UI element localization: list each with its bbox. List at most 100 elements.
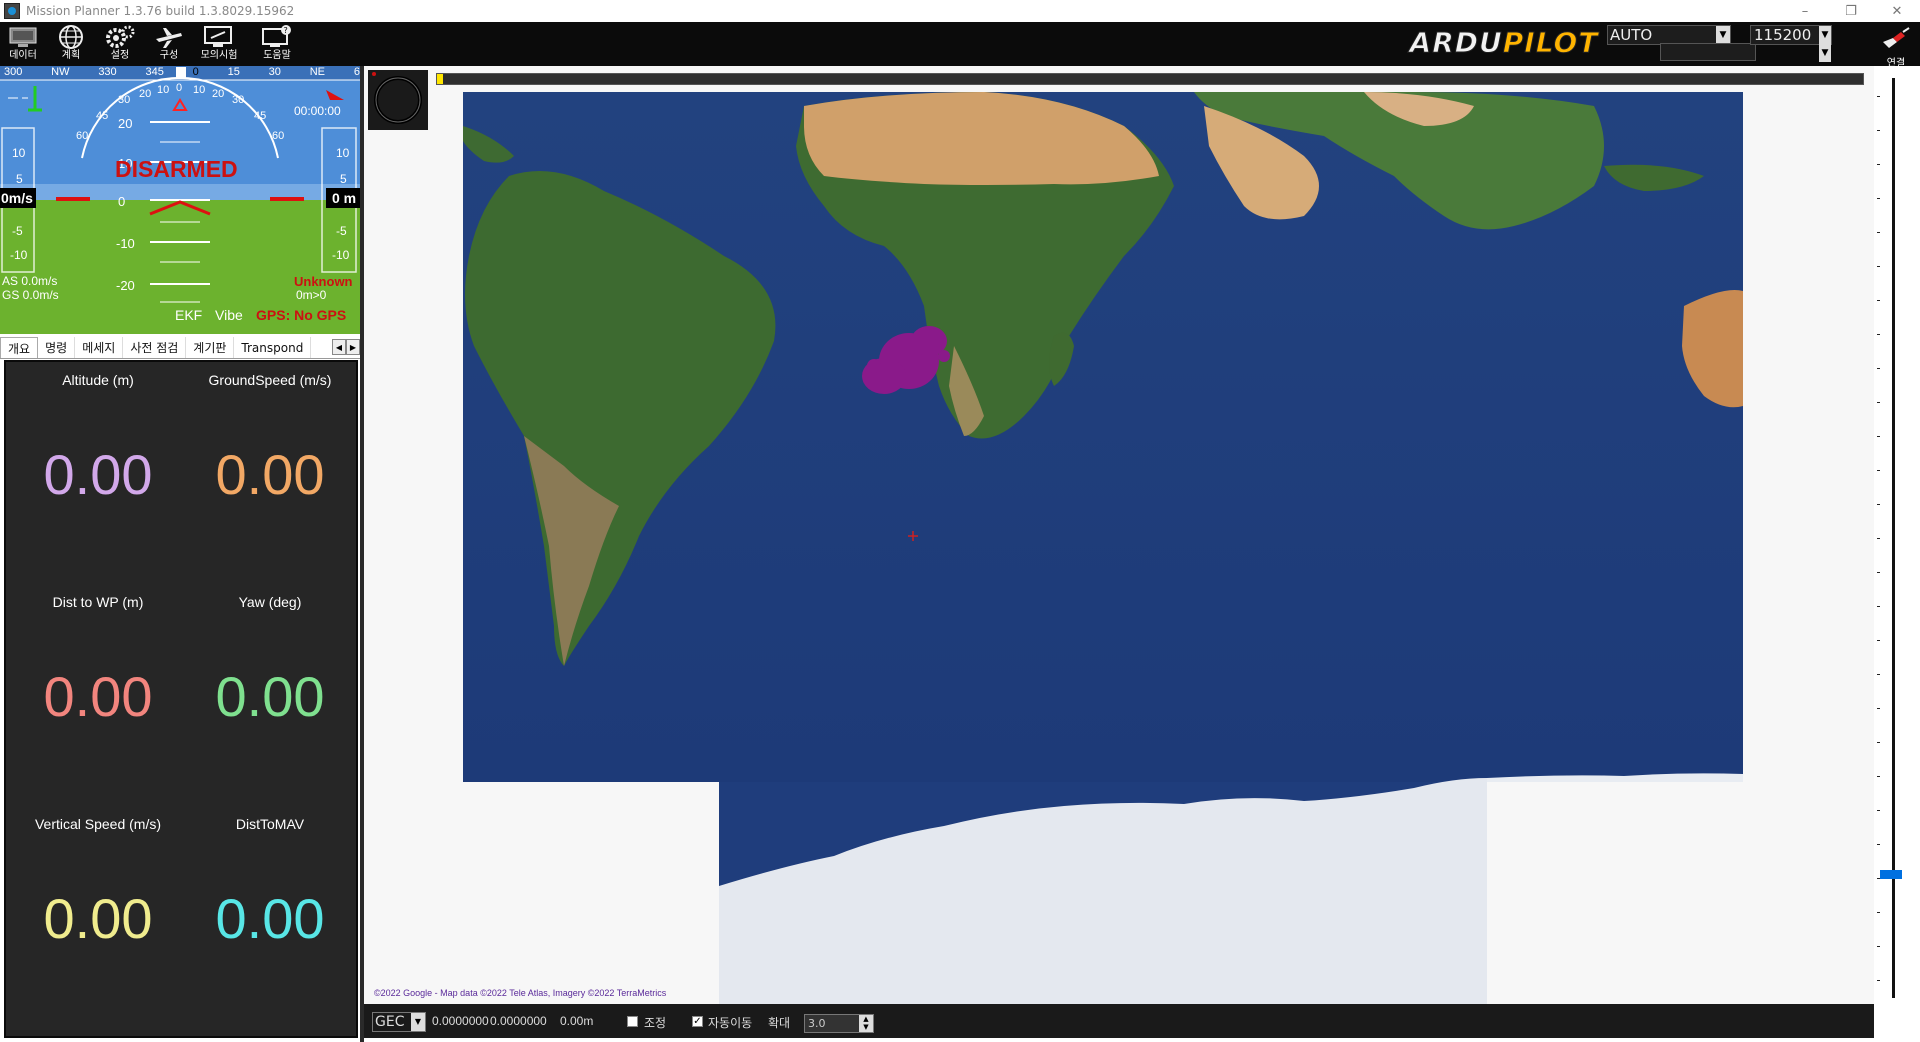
quick-cell-vertical-speed[interactable]: Vertical Speed (m/s) 0.00	[12, 806, 184, 1026]
quick-view-panel: Altitude (m) 0.00 GroundSpeed (m/s) 0.00…	[4, 360, 358, 1038]
ardupilot-logo: ARDU PILOT	[1409, 25, 1599, 59]
groundspeed-readout: GS 0.0m/s	[2, 288, 59, 302]
zoom-tick	[1877, 504, 1880, 505]
monitor-icon	[6, 24, 40, 50]
zoom-tick	[1877, 368, 1880, 369]
globe-icon	[54, 24, 88, 50]
zoom-tick	[1877, 470, 1880, 471]
tab-scroll-buttons: ◀ ▶	[332, 339, 360, 355]
flight-timer: 00:00:00	[294, 104, 341, 118]
flight-plan-button[interactable]: 계획	[48, 24, 94, 64]
zoom-slider-panel	[1874, 66, 1920, 1004]
zoom-tick	[1877, 606, 1880, 607]
zoom-tick	[1877, 300, 1880, 301]
chevron-left-icon[interactable]: ◀	[332, 339, 346, 355]
tab-quick[interactable]: 개요	[0, 337, 39, 358]
app-logo-icon	[4, 3, 20, 19]
zoom-tick	[1877, 674, 1880, 675]
coordinate-system-select[interactable]: GEC ▼	[372, 1012, 426, 1032]
simulation-button[interactable]: 모의시험	[196, 24, 242, 64]
zoom-tick	[1877, 776, 1880, 777]
map-attribution: ©2022 Google - Map data ©2022 Tele Atlas…	[374, 988, 667, 998]
zoom-tick	[1877, 538, 1880, 539]
tab-messages[interactable]: 메세지	[75, 337, 124, 358]
quick-cell-altitude[interactable]: Altitude (m) 0.00	[12, 362, 184, 582]
adjust-label: 조정	[644, 1016, 667, 1030]
mission-planner-window: Mission Planner 1.3.76 build 1.3.8029.15…	[0, 0, 1920, 1042]
zoom-tick	[1877, 640, 1880, 641]
tab-gauges[interactable]: 계기판	[186, 337, 235, 358]
zoom-tick	[1877, 946, 1880, 947]
zoom-tick	[1877, 198, 1880, 199]
spinner-icon[interactable]: ▲ ▼	[859, 1015, 873, 1032]
window-controls: – ❐ ✕	[1782, 0, 1920, 22]
restore-button[interactable]: ❐	[1828, 0, 1874, 22]
quick-cell-groundspeed[interactable]: GroundSpeed (m/s) 0.00	[184, 362, 356, 582]
minimize-button[interactable]: –	[1782, 0, 1828, 22]
zoom-level-input[interactable]: 3.0 ▲ ▼	[804, 1014, 874, 1033]
flight-mode-readout: Unknown	[294, 274, 353, 289]
connect-plug-icon	[1879, 26, 1913, 54]
chevron-down-icon[interactable]: ▼ ▼	[1819, 26, 1831, 62]
connect-button[interactable]: 연결	[1876, 26, 1916, 69]
waypoint-progress-bar[interactable]	[436, 73, 1864, 85]
longitude-readout: 0.0000000	[490, 1014, 547, 1028]
map-status-bar: GEC ▼ 0.0000000 0.0000000 0.00m 조정 ✓ 자동이…	[364, 1004, 1874, 1038]
com-port-select[interactable]	[1660, 43, 1756, 61]
heading-tape: 300 NW 330 345 0 15 30 NE 6	[4, 66, 360, 78]
zoom-tick	[1877, 334, 1880, 335]
zoom-tick	[1877, 810, 1880, 811]
zoom-tick	[1877, 912, 1880, 913]
flight-data-tabs: 개요 명령 메세지 사전 점검 계기판 Transpond ◀ ▶	[0, 337, 360, 359]
zoom-tick	[1877, 164, 1880, 165]
help-icon: ?	[260, 24, 294, 50]
chevron-down-icon[interactable]: ▼	[411, 1013, 425, 1031]
baud-rate-select[interactable]: 115200 ▼ ▼	[1750, 25, 1832, 62]
window-title: Mission Planner 1.3.76 build 1.3.8029.15…	[26, 4, 295, 18]
armed-status: DISARMED	[115, 156, 238, 182]
tab-transponder[interactable]: Transpond	[234, 337, 312, 358]
zoom-tick	[1877, 96, 1880, 97]
wp-distance-readout: 0m>0	[296, 288, 327, 302]
help-button[interactable]: ? 도움말	[254, 24, 300, 64]
map-compass-widget[interactable]	[368, 70, 428, 130]
svg-text:?: ?	[284, 26, 288, 35]
gps-status: GPS: No GPS	[256, 307, 347, 323]
zoom-tick	[1877, 130, 1880, 131]
satellite-map[interactable]: ©2022 Google - Map data ©2022 Tele Atlas…	[364, 66, 1874, 1004]
data-view-button[interactable]: 데이터	[0, 24, 46, 64]
altitude-readout: 0.00m	[560, 1014, 594, 1028]
airspeed-readout: AS 0.0m/s	[2, 274, 58, 288]
quick-cell-dist-to-mav[interactable]: DistToMAV 0.00	[184, 806, 356, 1026]
zoom-tick	[1877, 708, 1880, 709]
zoom-tick	[1877, 402, 1880, 403]
zoom-slider-track[interactable]	[1892, 78, 1895, 998]
zoom-tick	[1877, 266, 1880, 267]
hud-artificial-horizon[interactable]: 300 NW 330 345 0 15 30 NE 6 60 45 30 20 …	[0, 66, 360, 334]
close-button[interactable]: ✕	[1874, 0, 1920, 22]
vibe-status[interactable]: Vibe	[215, 307, 243, 323]
chevron-right-icon[interactable]: ▶	[346, 339, 360, 355]
latitude-readout: 0.0000000	[432, 1014, 489, 1028]
tab-actions[interactable]: 명령	[38, 337, 76, 358]
quick-cell-yaw[interactable]: Yaw (deg) 0.00	[184, 584, 356, 804]
chevron-down-icon[interactable]: ▼	[1716, 26, 1730, 44]
map-imagery	[463, 92, 1743, 1004]
zoom-label: 확대	[768, 1016, 791, 1030]
zoom-slider-thumb[interactable]	[1880, 870, 1902, 879]
zoom-tick	[1877, 572, 1880, 573]
flight-mode-select[interactable]: AUTO ▼	[1607, 25, 1731, 45]
quick-cell-dist-to-wp[interactable]: Dist to WP (m) 0.00	[12, 584, 184, 804]
tab-prearm-check[interactable]: 사전 점검	[123, 337, 187, 358]
plane-wrench-icon	[152, 24, 186, 50]
autopan-checkbox[interactable]: ✓	[692, 1016, 703, 1027]
progress-indicator	[437, 74, 443, 84]
config-tuning-button[interactable]: 구성	[146, 24, 192, 64]
gears-icon	[103, 24, 137, 50]
initial-setup-button[interactable]: 설정	[97, 24, 143, 64]
adjust-checkbox[interactable]	[627, 1016, 638, 1027]
zoom-tick	[1877, 232, 1880, 233]
ekf-status[interactable]: EKF	[175, 307, 202, 323]
title-bar: Mission Planner 1.3.76 build 1.3.8029.15…	[0, 0, 1920, 22]
zoom-tick	[1877, 980, 1880, 981]
